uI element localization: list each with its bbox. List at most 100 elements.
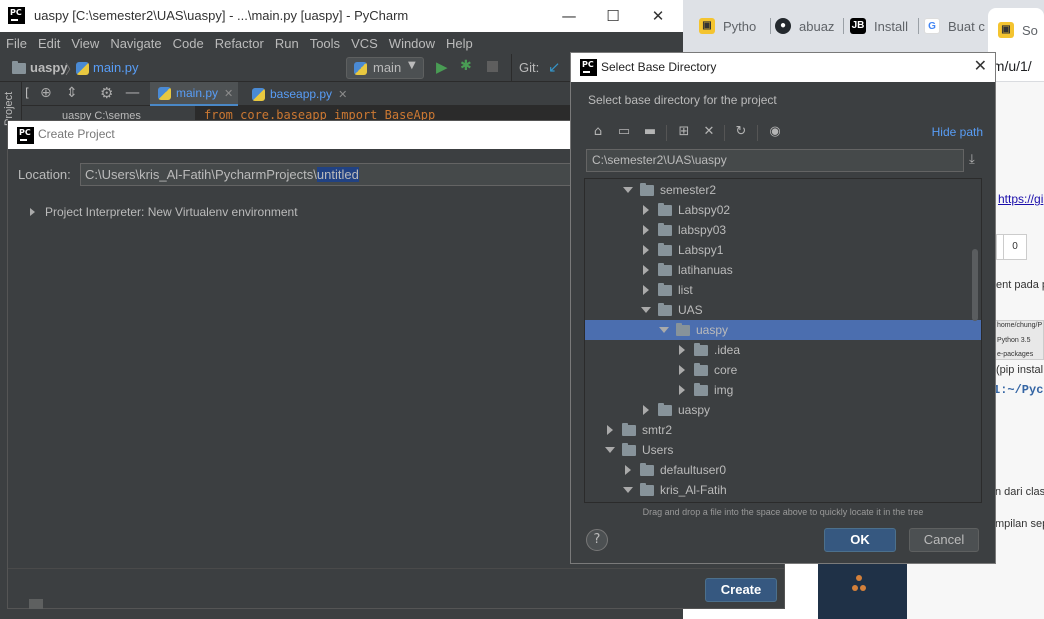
collapsed-arrow-icon[interactable] xyxy=(625,465,631,475)
tree-row[interactable]: smtr2 xyxy=(585,420,981,440)
browser-tab-2[interactable]: ● abuaz xyxy=(775,14,839,38)
menu-file[interactable]: File xyxy=(0,36,32,51)
close-icon[interactable]: ✕ xyxy=(974,56,987,75)
collapsed-arrow-icon[interactable] xyxy=(679,345,685,355)
minimize-icon[interactable]: — xyxy=(554,5,584,27)
collapsed-arrow-icon[interactable] xyxy=(643,245,649,255)
tree-row[interactable]: Users xyxy=(585,440,981,460)
menu-navigate[interactable]: Navigate xyxy=(104,36,166,51)
run-config-dropdown[interactable]: main ▼ xyxy=(346,57,424,79)
tab-divider xyxy=(770,18,771,34)
tree-row[interactable]: Labspy02 xyxy=(585,200,981,220)
browser-tab-1[interactable]: ▣ Pytho xyxy=(699,14,765,38)
collapsed-arrow-icon[interactable] xyxy=(679,365,685,375)
cancel-button[interactable]: Cancel xyxy=(909,528,979,552)
expanded-arrow-icon[interactable] xyxy=(623,487,633,493)
tree-row[interactable]: labspy03 xyxy=(585,220,981,240)
collapsed-arrow-icon[interactable] xyxy=(643,285,649,295)
menu-code[interactable]: Code xyxy=(167,36,209,51)
location-input[interactable]: C:\Users\kris_Al-Fatih\PycharmProjects\u… xyxy=(80,163,580,186)
delete-icon[interactable]: ✕ xyxy=(699,123,719,141)
folder-icon xyxy=(658,243,672,256)
maximize-icon[interactable]: ☐ xyxy=(598,5,628,27)
breadcrumb-file[interactable]: main.py xyxy=(93,60,139,75)
close-tab-icon[interactable]: ✕ xyxy=(224,87,233,100)
collapsed-arrow-icon[interactable] xyxy=(643,225,649,235)
collapsed-arrow-icon[interactable] xyxy=(679,385,685,395)
new-folder-icon[interactable]: ⊞ xyxy=(674,123,694,141)
tree-row[interactable]: latihanuas xyxy=(585,260,981,280)
tree-row[interactable]: uaspy xyxy=(585,320,981,340)
menu-view[interactable]: View xyxy=(65,36,104,51)
folder-icon xyxy=(694,363,708,376)
menu-window[interactable]: Window xyxy=(383,36,440,51)
menu-vcs[interactable]: VCS xyxy=(345,36,383,51)
tree-row[interactable]: semester2 xyxy=(585,180,981,200)
desktop-icon[interactable]: ▭ xyxy=(614,123,634,141)
collapse-all-icon[interactable]: ⇕ xyxy=(66,85,78,101)
debug-icon[interactable]: ✱ xyxy=(460,58,472,74)
menu-run[interactable]: Run xyxy=(269,36,304,51)
tree-row[interactable]: defaultuser0 xyxy=(585,460,981,480)
create-button[interactable]: Create xyxy=(705,578,777,602)
refresh-icon[interactable]: ↻ xyxy=(731,123,751,141)
tab-baseapp-py[interactable]: baseapp.py ✕ xyxy=(244,82,352,106)
project-folder-icon[interactable]: ▬ xyxy=(640,123,660,141)
tree-scrollbar[interactable] xyxy=(972,249,978,321)
collapsed-arrow-icon[interactable] xyxy=(643,205,649,215)
expanded-arrow-icon[interactable] xyxy=(605,447,615,453)
tab-label: main.py xyxy=(176,86,219,100)
close-tab-icon[interactable]: ✕ xyxy=(338,88,347,101)
tree-item-label: uaspy xyxy=(678,403,711,417)
page-pip-text: (pip instal xyxy=(996,364,1044,376)
git-update-icon[interactable]: ↙ xyxy=(548,58,561,76)
tree-row[interactable]: uaspy xyxy=(585,400,981,420)
run-icon[interactable]: ▶ xyxy=(436,58,448,76)
directory-tree[interactable]: kris_Al-Fatih defaultuser0 Users smtr2 uaspy… xyxy=(584,178,982,503)
tree-row[interactable]: UAS xyxy=(585,300,981,320)
tab-main-py[interactable]: main.py ✕ xyxy=(150,82,238,106)
expanded-arrow-icon[interactable] xyxy=(641,307,651,313)
path-input[interactable]: C:\semester2\UAS\uaspy xyxy=(586,149,964,172)
browser-tab-active[interactable]: ▣ So xyxy=(988,8,1044,52)
home-icon[interactable]: ⌂ xyxy=(588,123,608,141)
tree-row[interactable]: list xyxy=(585,280,981,300)
collapsed-arrow-icon[interactable] xyxy=(643,405,649,415)
menu-edit[interactable]: Edit xyxy=(32,36,65,51)
collapsed-arrow-icon[interactable] xyxy=(607,425,613,435)
browser-tab-3[interactable]: JB Install xyxy=(850,14,912,38)
gear-icon[interactable]: ⚙ xyxy=(100,84,113,102)
show-hidden-icon[interactable]: ◉ xyxy=(765,123,785,141)
tree-row[interactable]: kris_Al-Fatih xyxy=(585,480,981,500)
expanded-arrow-icon[interactable] xyxy=(623,187,633,193)
tab-label: baseapp.py xyxy=(270,87,333,101)
page-link[interactable]: https://gi xyxy=(998,192,1043,206)
locate-icon[interactable]: ⊕ xyxy=(40,85,52,101)
breadcrumb-project[interactable]: uaspy xyxy=(30,60,68,75)
interpreter-label: Project Interpreter: New Virtualenv envi… xyxy=(45,205,298,219)
expanded-arrow-icon[interactable] xyxy=(659,327,669,333)
hide-path-link[interactable]: Hide path xyxy=(932,125,983,139)
tree-row[interactable]: img xyxy=(585,380,981,400)
project-view-dropdown[interactable]: [ xyxy=(25,86,30,100)
tree-item-label: latihanuas xyxy=(678,263,733,277)
chevron-down-icon: ▼ xyxy=(408,60,416,71)
tree-row[interactable]: .idea xyxy=(585,340,981,360)
minimize-panel-icon[interactable]: — xyxy=(125,83,140,101)
menu-help[interactable]: Help xyxy=(440,36,478,51)
close-icon[interactable]: ✕ xyxy=(643,5,673,27)
menu-refactor[interactable]: Refactor xyxy=(209,36,269,51)
help-button[interactable]: ? xyxy=(586,529,608,551)
folder-icon xyxy=(658,283,672,296)
folder-icon xyxy=(12,61,26,74)
tree-row[interactable]: core xyxy=(585,360,981,380)
browser-tab-4[interactable]: G Buat c xyxy=(924,14,986,38)
interpreter-section-toggle[interactable]: Project Interpreter: New Virtualenv envi… xyxy=(30,205,298,219)
menu-tools[interactable]: Tools xyxy=(304,36,345,51)
download-icon[interactable]: ⤓ xyxy=(969,152,975,167)
collapsed-arrow-icon[interactable] xyxy=(643,265,649,275)
page-number-field[interactable]: 0 xyxy=(1003,234,1027,260)
tree-row[interactable]: Labspy1 xyxy=(585,240,981,260)
stop-icon[interactable] xyxy=(487,61,498,72)
ok-button[interactable]: OK xyxy=(824,528,896,552)
